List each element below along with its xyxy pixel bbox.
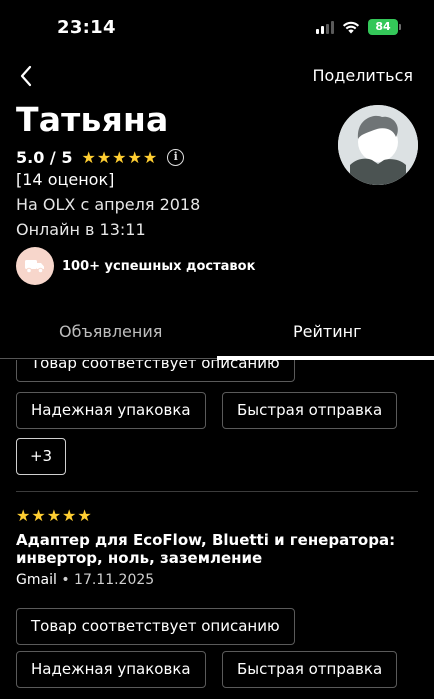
- more-tags-button[interactable]: +3: [16, 438, 66, 475]
- signal-icon: [316, 20, 334, 34]
- delivery-badge: 100+ успешных доставок: [16, 247, 255, 285]
- review-stars: ★ ★ ★ ★ ★: [16, 508, 92, 524]
- star-icon: ★: [16, 506, 31, 525]
- tab-bar: Объявления Рейтинг: [0, 312, 434, 360]
- reviews-count[interactable]: [14 оценок]: [16, 170, 114, 189]
- info-icon[interactable]: i: [167, 149, 185, 166]
- star-icon: ★: [31, 506, 46, 525]
- status-bar: 23:14 84: [0, 0, 434, 60]
- review-tag: Надежная упаковка: [16, 392, 206, 429]
- review-author: Gmail: [16, 572, 57, 588]
- star-icon: ★: [96, 147, 112, 167]
- review-title: Адаптер для EcoFlow, Bluetti и генератор…: [16, 531, 396, 567]
- seller-name: Татьяна: [16, 100, 169, 139]
- rating-row: 5.0 / 5 ★ ★ ★ ★ ★ i: [16, 147, 185, 167]
- wifi-icon: [342, 21, 360, 34]
- status-icons: 84: [316, 19, 401, 35]
- delivery-text: 100+ успешных доставок: [62, 258, 256, 274]
- member-since: На OLX с апреля 2018: [16, 195, 201, 214]
- back-button[interactable]: [12, 62, 40, 90]
- review-tag: Быстрая отправка: [222, 392, 398, 429]
- review-meta: Gmail • 17.11.2025: [16, 572, 154, 588]
- review-tag: Товар соответствует описанию: [16, 608, 295, 645]
- review-tag: Товар соответствует описанию: [16, 360, 295, 382]
- status-time: 23:14: [57, 17, 116, 38]
- tab-ads[interactable]: Объявления: [59, 322, 162, 341]
- user-avatar-icon: [338, 105, 418, 185]
- star-icon: ★: [127, 147, 142, 167]
- star-icon: ★: [62, 506, 77, 525]
- review-tag: Быстрая отправка: [222, 651, 398, 688]
- review-tag: Надежная упаковка: [16, 651, 206, 688]
- battery-icon: 84: [368, 19, 401, 35]
- star-icon: ★: [112, 147, 127, 167]
- chevron-left-icon: [20, 65, 32, 87]
- review-separator: [16, 491, 418, 492]
- meta-dot: •: [61, 572, 75, 588]
- star-icon: ★: [46, 506, 62, 525]
- online-status: Онлайн в 13:11: [16, 220, 146, 239]
- tab-rating[interactable]: Рейтинг: [293, 322, 361, 341]
- star-icon: ★: [81, 147, 96, 167]
- truck-icon: [16, 247, 54, 285]
- rating-value: 5.0 / 5: [16, 148, 73, 167]
- star-icon: ★: [77, 506, 92, 525]
- share-button[interactable]: Поделиться: [312, 66, 413, 85]
- star-icon: ★: [142, 147, 158, 167]
- reviews-list[interactable]: Товар соответствует описанию Надежная уп…: [0, 360, 434, 699]
- review-date: 17.11.2025: [74, 572, 155, 588]
- rating-stars: ★ ★ ★ ★ ★: [81, 147, 158, 167]
